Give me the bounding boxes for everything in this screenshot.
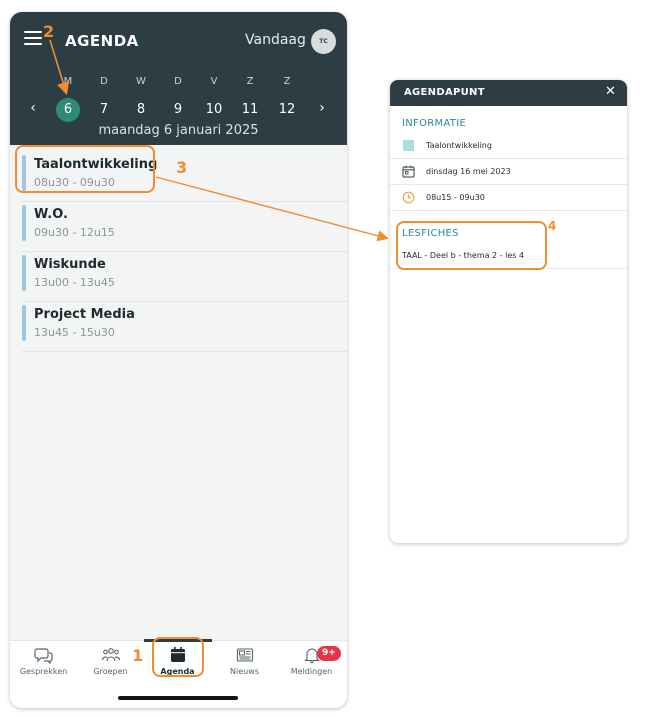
weekday-label: D: [100, 76, 108, 87]
home-indicator: [118, 696, 238, 700]
weekday-row: M D W D V Z Z: [10, 76, 347, 90]
tab-gesprekken[interactable]: Gesprekken: [10, 641, 77, 686]
event-item[interactable]: Project Media 13u45 - 15u30: [22, 302, 347, 352]
chat-bubbles-icon: [34, 648, 53, 664]
date-row: dinsdag 16 mei 2023: [390, 159, 627, 185]
day-12[interactable]: 12: [275, 98, 299, 122]
annotation-number: 1: [132, 646, 144, 665]
event-color-bar: [22, 255, 26, 291]
highlight-lesfiches: [396, 221, 547, 270]
event-title: Project Media: [34, 307, 135, 322]
newspaper-icon: [236, 648, 254, 662]
tab-label: Gesprekken: [19, 667, 68, 676]
tab-meldingen[interactable]: 9+ Meldingen: [278, 641, 345, 686]
annotation-number: 2: [43, 22, 55, 41]
highlight-event-taalontwikkeling: [15, 145, 155, 193]
day-9[interactable]: 9: [166, 98, 190, 122]
subject-color-swatch: [403, 140, 414, 151]
date-label: dinsdag 16 mei 2023: [426, 167, 511, 176]
event-time: 13u00 - 13u45: [34, 276, 115, 289]
event-time: 09u30 - 12u15: [34, 226, 115, 239]
avatar[interactable]: TC: [311, 29, 336, 54]
weekday-label: M: [63, 76, 73, 87]
agenda-header: AGENDA Vandaag TC M D W D V Z Z ‹ › 6 7 …: [10, 12, 347, 145]
time-label: 08u15 - 09u30: [426, 193, 485, 202]
weekday-label: Z: [246, 76, 254, 87]
event-item[interactable]: W.O. 09u30 - 12u15: [22, 202, 347, 252]
panel-title: AGENDAPUNT: [404, 87, 485, 98]
weekday-label: W: [136, 76, 146, 87]
weekday-label: D: [174, 76, 182, 87]
agendapunt-panel: AGENDAPUNT ✕ INFORMATIE Taalontwikkeling…: [390, 80, 627, 543]
page-title: AGENDA: [65, 32, 139, 50]
section-informatie: INFORMATIE: [402, 118, 467, 129]
highlight-agenda-tab: [152, 637, 204, 677]
panel-header: AGENDAPUNT ✕: [390, 80, 627, 106]
tab-nieuws[interactable]: Nieuws: [211, 641, 278, 686]
day-10[interactable]: 10: [202, 98, 226, 122]
people-icon: [101, 648, 121, 662]
tab-label: Meldingen: [290, 667, 333, 676]
time-row: 08u15 - 09u30: [390, 185, 627, 211]
event-item[interactable]: Wiskunde 13u00 - 13u45: [22, 252, 347, 302]
clock-icon: [402, 191, 415, 204]
annotation-number: 3: [176, 158, 188, 177]
day-row: 6 7 8 9 10 11 12: [10, 98, 347, 122]
notification-badge: 9+: [317, 646, 341, 661]
weekday-label: Z: [283, 76, 291, 87]
weekday-label: V: [210, 76, 218, 87]
calendar-icon: [402, 165, 415, 178]
event-color-bar: [22, 305, 26, 341]
event-color-bar: [22, 205, 26, 241]
day-6-selected[interactable]: 6: [56, 98, 80, 122]
day-7[interactable]: 7: [92, 98, 116, 122]
today-button[interactable]: Vandaag: [245, 32, 306, 48]
day-11[interactable]: 11: [238, 98, 262, 122]
subject-label: Taalontwikkeling: [426, 141, 492, 150]
phone-screen: AGENDA Vandaag TC M D W D V Z Z ‹ › 6 7 …: [10, 12, 347, 708]
tab-label: Groepen: [93, 667, 128, 676]
annotation-number: 4: [548, 219, 557, 233]
event-time: 13u45 - 15u30: [34, 326, 115, 339]
subject-row: Taalontwikkeling: [390, 133, 627, 159]
event-title: Wiskunde: [34, 257, 106, 272]
tab-label: Nieuws: [230, 667, 259, 676]
day-8[interactable]: 8: [129, 98, 153, 122]
hamburger-icon[interactable]: [24, 31, 42, 45]
selected-date-label: maandag 6 januari 2025: [98, 123, 259, 138]
close-icon[interactable]: ✕: [605, 84, 616, 99]
event-title: W.O.: [34, 207, 68, 222]
